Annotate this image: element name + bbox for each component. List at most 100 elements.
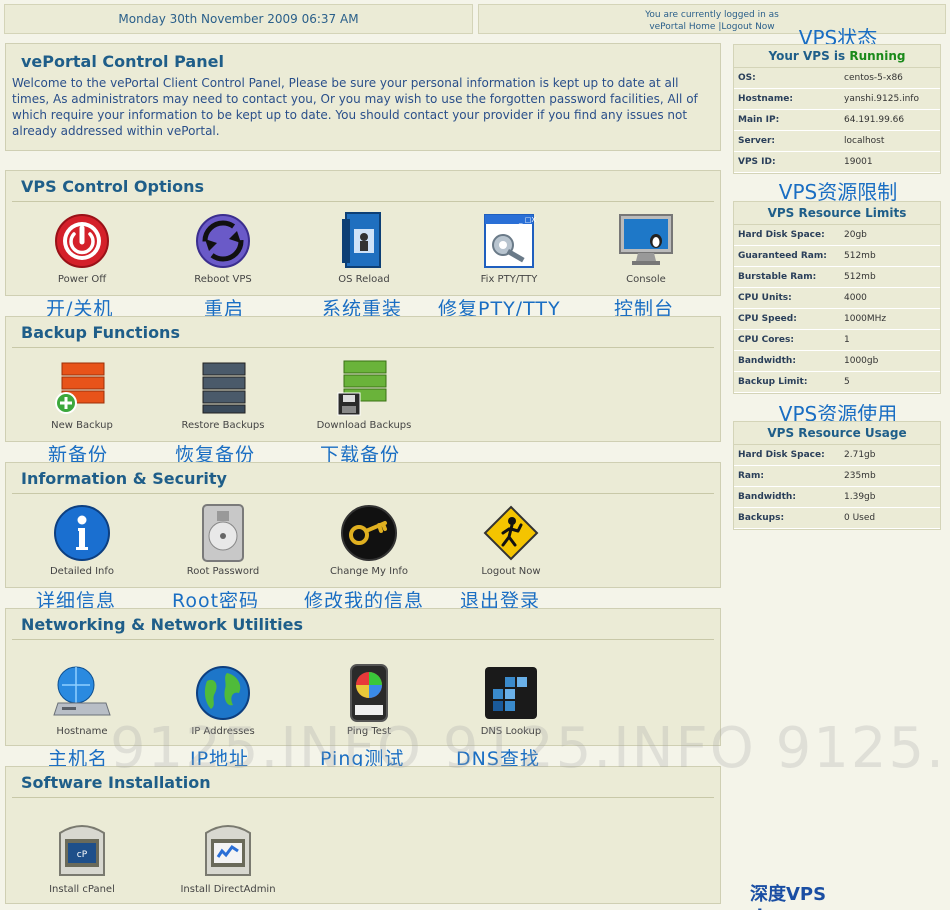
os-reload-label: OS Reload [338,274,390,285]
root-password-icon [193,503,253,563]
logout-now-button[interactable]: Logout Now [456,503,566,577]
download-backups-icon [334,357,394,417]
install-cpanel-label: Install cPanel [49,884,115,895]
usage-rows: Hard Disk Space: 2.71gb Ram: 235mb Bandwidth… [734,445,940,529]
row-key: Burstable Ram: [738,272,817,282]
footer-brand: 深度VPS deevps.com [750,884,871,910]
root-password-label: Root Password [186,566,260,577]
row-value: 20gb [844,230,867,240]
reboot-label: Reboot VPS [194,274,252,285]
root-password-button[interactable]: Root Password [168,503,278,577]
row-value: 1000gb [844,356,879,366]
row-key: Hostname: [738,94,793,104]
section-title: Networking & Network Utilities [21,615,303,634]
dns-lookup-icon [481,663,541,723]
page-title: vePortal Control Panel [21,52,224,71]
restore-backups-button[interactable]: Restore Backups [168,357,278,431]
new-backup-button[interactable]: New Backup [27,357,137,431]
restore-backups-icon [193,357,253,417]
section-title: Backup Functions [21,323,180,342]
hostname-icon [52,663,112,723]
status-badge: Running [849,49,906,63]
section-title: Information & Security [21,469,227,488]
fix-pty-button[interactable]: _ □X Fix PTY/TTY [454,211,564,285]
row-value: 1.39gb [844,492,876,502]
control-panel-intro: vePortal Control Panel Welcome to the ve… [5,43,721,151]
home-link[interactable]: vePortal Home [649,22,715,32]
row-value: localhost [844,136,885,146]
logout-sign-icon [481,503,541,563]
install-cpanel-button[interactable]: cP Install cPanel [27,821,137,895]
new-backup-icon [52,357,112,417]
reboot-vps-button[interactable]: Reboot VPS [168,211,278,285]
date-bar: Monday 30th November 2009 06:37 AM [4,4,473,34]
divider [12,797,714,798]
resource-limits-panel: VPS Resource Limits Hard Disk Space: 20gb… [733,201,941,394]
change-my-info-button[interactable]: Change My Info [314,503,424,577]
status-prefix: Your VPS is [768,49,846,63]
row-value: yanshi.9125.info [844,94,919,104]
row-key: Main IP: [738,115,780,125]
install-directadmin-label: Install DirectAdmin [180,884,276,895]
info-security-section: Information & Security Detailed Info Roo… [5,462,721,588]
info-row: Hard Disk Space: 20gb [734,225,940,246]
info-row: CPU Speed: 1000MHz [734,309,940,330]
info-row: Bandwidth: 1.39gb [734,487,940,508]
row-value: 235mb [844,471,876,481]
svg-text:cP: cP [77,850,88,860]
info-row: Server: localhost [734,131,940,152]
row-key: CPU Cores: [738,335,794,345]
fix-pty-icon: _ □X [479,211,539,271]
info-row: Backup Limit: 5 [734,372,940,393]
power-off-button[interactable]: Power Off [27,211,137,285]
info-row: Hostname: yanshi.9125.info [734,89,940,110]
resource-limits-heading: VPS Resource Limits [734,202,940,225]
row-key: Server: [738,136,776,146]
row-key: Bandwidth: [738,492,796,502]
vps-status-panel: Your VPS is Running OS: centos-5-x86 Hostn… [733,44,941,174]
divider [12,493,714,494]
detailed-info-label: Detailed Info [49,566,115,577]
current-date: Monday 30th November 2009 06:37 AM [118,12,359,26]
divider [12,639,714,640]
row-key: Bandwidth: [738,356,796,366]
resource-usage-panel: VPS Resource Usage Hard Disk Space: 2.71g… [733,421,941,530]
row-value: 19001 [844,157,873,167]
backup-section: Backup Functions New Backup Restore Back… [5,316,721,442]
fix-pty-label: Fix PTY/TTY [480,274,538,285]
resource-usage-heading: VPS Resource Usage [734,422,940,445]
globe-icon [193,663,253,723]
info-row: Backups: 0 Used [734,508,940,529]
power-off-label: Power Off [57,274,107,285]
info-row: OS: centos-5-x86 [734,68,940,89]
row-value: 2.71gb [844,450,876,460]
download-backups-label: Download Backups [316,420,412,431]
logout-now-label: Logout Now [481,566,541,577]
info-row: VPS ID: 19001 [734,152,940,173]
change-my-info-label: Change My Info [329,566,409,577]
info-row: Guaranteed Ram: 512mb [734,246,940,267]
os-reload-button[interactable]: OS Reload [309,211,419,285]
detailed-info-button[interactable]: Detailed Info [27,503,137,577]
row-key: Backup Limit: [738,377,808,387]
info-row: Main IP: 64.191.99.66 [734,110,940,131]
watermark: 9125.INFO 9125.INFO 9125.INFO 9125.INFO [110,716,950,781]
download-backups-button[interactable]: Download Backups [309,357,419,431]
row-value: 5 [844,377,850,387]
row-key: VPS ID: [738,157,776,167]
console-button[interactable]: Console [591,211,701,285]
info-icon [52,503,112,563]
install-directadmin-button[interactable]: Install DirectAdmin [173,821,283,895]
restore-backups-label: Restore Backups [181,420,265,431]
row-value: 1 [844,335,850,345]
vps-control-section: VPS Control Options Power Off Reboot VPS… [5,170,721,296]
info-row: Hard Disk Space: 2.71gb [734,445,940,466]
new-backup-label: New Backup [51,420,113,431]
row-value: centos-5-x86 [844,73,903,83]
row-key: Backups: [738,513,785,523]
login-status: You are currently logged in as [645,10,779,20]
row-key: Hard Disk Space: [738,450,825,460]
row-key: Guaranteed Ram: [738,251,827,261]
os-reload-icon [334,211,394,271]
row-key: Hard Disk Space: [738,230,825,240]
